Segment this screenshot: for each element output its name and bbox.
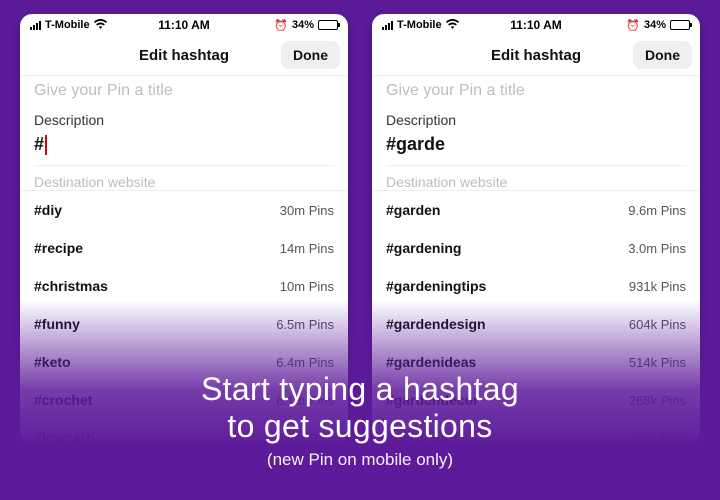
- phone-right: T-Mobile 11:10 AM ⏰ 34% Edit hashtag Don…: [372, 14, 700, 444]
- description-label: Description: [34, 112, 334, 128]
- suggestion-count: 6.4m Pins: [276, 355, 334, 370]
- suggestion-tag: #gardeningtips: [386, 278, 486, 294]
- status-bar: T-Mobile 11:10 AM ⏰ 34%: [20, 14, 348, 36]
- carrier-label: T-Mobile: [397, 19, 442, 31]
- hashtag-input-value: #: [34, 134, 44, 155]
- done-button[interactable]: Done: [633, 41, 692, 69]
- suggestion-tag: #gardening: [386, 240, 461, 256]
- text-cursor: [45, 135, 47, 155]
- suggestion-row[interactable]: #garden 9.6m Pins: [372, 191, 700, 229]
- suggestion-row[interactable]: #christmas 10m Pins: [20, 267, 348, 305]
- battery-pct: 34%: [292, 19, 314, 31]
- suggestion-row[interactable]: #keto 6.4m Pins: [20, 343, 348, 381]
- suggestion-tag: #lowcarb: [34, 430, 95, 444]
- wifi-icon: [94, 19, 107, 32]
- suggestion-tag: #diy: [34, 202, 62, 218]
- suggestion-count: 6.1m Pins: [276, 393, 334, 408]
- pin-title-placeholder[interactable]: Give your Pin a title: [34, 82, 334, 100]
- pin-title-placeholder[interactable]: Give your Pin a title: [386, 82, 686, 100]
- suggestion-count: 3.0m Pins: [628, 241, 686, 256]
- suggestion-tag: #crochet: [34, 392, 92, 408]
- suggestion-row[interactable]: #funny 6.5m Pins: [20, 305, 348, 343]
- clock: 11:10 AM: [158, 18, 210, 32]
- suggestion-row[interactable]: #gardenart 220k Pins: [372, 419, 700, 444]
- hashtag-input[interactable]: #garde: [386, 134, 686, 155]
- battery-icon: [318, 20, 338, 30]
- suggestion-count: 514k Pins: [629, 355, 686, 370]
- suggestion-tag: #recipe: [34, 240, 83, 256]
- form-area: Give your Pin a title Description #garde…: [372, 76, 700, 190]
- destination-placeholder[interactable]: Destination website: [386, 165, 686, 190]
- status-bar: T-Mobile 11:10 AM ⏰ 34%: [372, 14, 700, 36]
- suggestion-count: 604k Pins: [629, 317, 686, 332]
- suggestion-list[interactable]: #garden9.6m Pins#gardening3.0m Pins#gard…: [372, 190, 700, 444]
- done-button[interactable]: Done: [281, 41, 340, 69]
- suggestion-row[interactable]: #gardeningtips 931k Pins: [372, 267, 700, 305]
- battery-pct: 34%: [644, 19, 666, 31]
- hashtag-input[interactable]: #: [34, 134, 334, 155]
- suggestion-row[interactable]: #gardendesign 604k Pins: [372, 305, 700, 343]
- suggestion-count: 10m Pins: [280, 279, 334, 294]
- caption-sub: (new Pin on mobile only): [0, 450, 720, 470]
- signal-icon: [382, 21, 393, 30]
- clock: 11:10 AM: [510, 18, 562, 32]
- suggestion-row[interactable]: #crochet 6.1m Pins: [20, 381, 348, 419]
- suggestion-tag: #gardenart: [386, 430, 458, 444]
- suggestion-row[interactable]: #diy 30m Pins: [20, 191, 348, 229]
- alarm-icon: ⏰: [274, 19, 288, 32]
- suggestion-count: 268k Pins: [629, 393, 686, 408]
- suggestion-row[interactable]: #recipe 14m Pins: [20, 229, 348, 267]
- suggestion-tag: #gardendesign: [386, 316, 486, 332]
- destination-placeholder[interactable]: Destination website: [34, 165, 334, 190]
- suggestion-count: 14m Pins: [280, 241, 334, 256]
- suggestion-list[interactable]: #diy 30m Pins #recipe 14m Pins #christmas 10m…: [20, 190, 348, 444]
- page-title: Edit hashtag: [139, 47, 229, 64]
- suggestion-tag: #funny: [34, 316, 80, 332]
- suggestion-count: 9.6m Pins: [628, 203, 686, 218]
- phone-left: T-Mobile 11:10 AM ⏰ 34% Edit hashtag Don…: [20, 14, 348, 444]
- page-title: Edit hashtag: [491, 47, 581, 64]
- battery-icon: [670, 20, 690, 30]
- suggestion-count: 220k Pins: [629, 431, 686, 445]
- suggestion-count: 30m Pins: [280, 203, 334, 218]
- suggestion-tag: #gardenideas: [386, 354, 476, 370]
- suggestion-tag: #keto: [34, 354, 71, 370]
- alarm-icon: ⏰: [626, 19, 640, 32]
- description-label: Description: [386, 112, 686, 128]
- phone-pair: T-Mobile 11:10 AM ⏰ 34% Edit hashtag Don…: [0, 0, 720, 444]
- suggestion-count: 6.5m Pins: [276, 317, 334, 332]
- suggestion-row[interactable]: #gardening 3.0m Pins: [372, 229, 700, 267]
- wifi-icon: [446, 19, 459, 32]
- suggestion-row[interactable]: #lowcarb 5.4m Pins: [20, 419, 348, 444]
- navbar: Edit hashtag Done: [20, 36, 348, 76]
- suggestion-row[interactable]: #gardenideas 514k Pins: [372, 343, 700, 381]
- suggestion-tag: #garden: [386, 202, 440, 218]
- suggestion-count: 5.4m Pins: [276, 431, 334, 445]
- suggestion-row[interactable]: #gardendecor 268k Pins: [372, 381, 700, 419]
- hashtag-input-value: #garde: [386, 134, 445, 155]
- suggestion-tag: #gardendecor: [386, 392, 479, 408]
- signal-icon: [30, 21, 41, 30]
- suggestion-count: 931k Pins: [629, 279, 686, 294]
- carrier-label: T-Mobile: [45, 19, 90, 31]
- navbar: Edit hashtag Done: [372, 36, 700, 76]
- form-area: Give your Pin a title Description # Dest…: [20, 76, 348, 190]
- suggestion-tag: #christmas: [34, 278, 108, 294]
